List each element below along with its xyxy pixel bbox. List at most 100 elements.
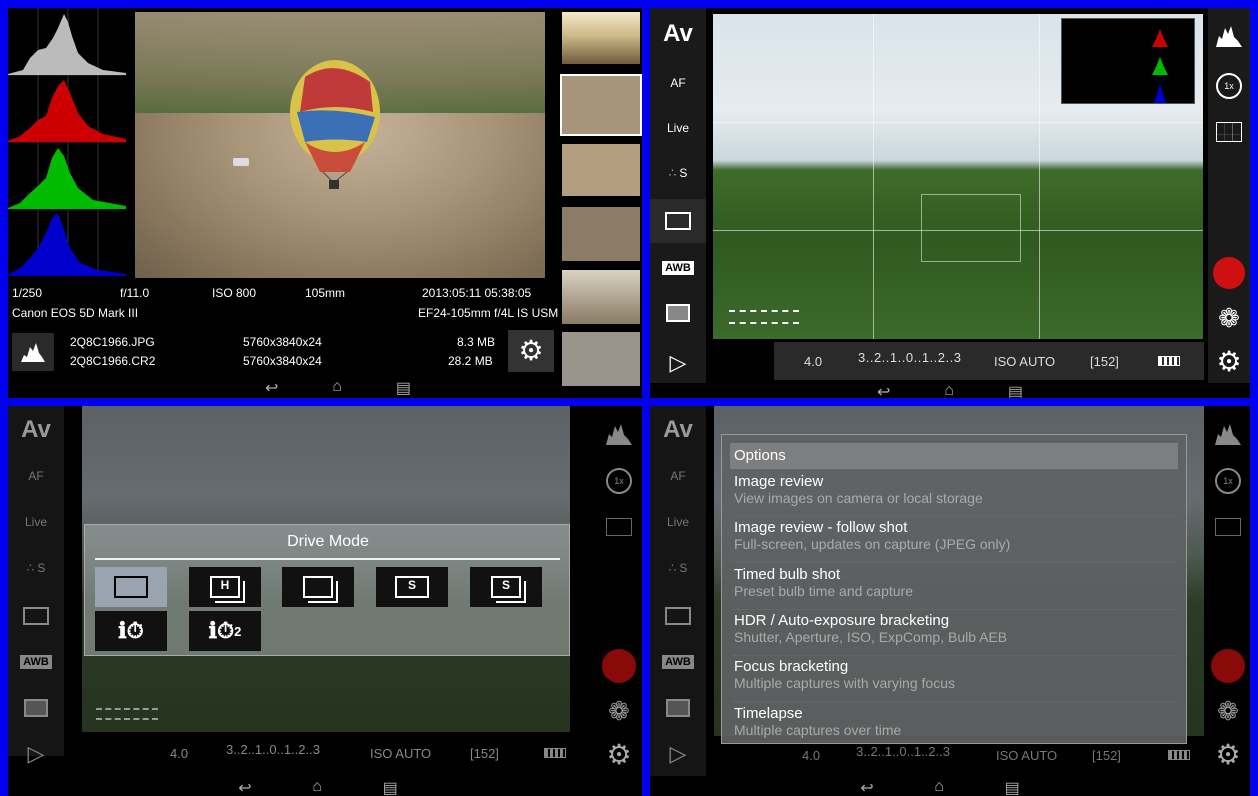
menu-item-title: Focus bracketing	[734, 658, 849, 675]
drive-silent-continuous[interactable]: S	[470, 567, 542, 607]
iso-value[interactable]: ISO AUTO	[996, 748, 1057, 763]
settings-button[interactable]: ⚙	[596, 734, 642, 774]
thumbnail-selected[interactable]	[560, 74, 642, 136]
recents-icon[interactable]: ▤	[1005, 778, 1020, 796]
aperture-icon: ❁	[608, 695, 630, 726]
picture-style-button[interactable]	[8, 688, 64, 728]
af-frame[interactable]	[921, 194, 1021, 262]
grid-toggle[interactable]	[596, 512, 642, 542]
histogram-toggle[interactable]	[596, 416, 642, 452]
thumbnail[interactable]	[562, 12, 640, 64]
recents-icon[interactable]: ▤	[383, 778, 398, 796]
live-button[interactable]: Live	[8, 502, 64, 542]
picture-style-button[interactable]	[650, 688, 706, 728]
left-toolbar: Av AF Live ∴ S AWB ▷	[8, 406, 64, 766]
grid-toggle[interactable]	[1206, 512, 1250, 542]
iso-value[interactable]: ISO AUTO	[994, 354, 1055, 369]
home-icon[interactable]: ⌂	[312, 778, 322, 795]
zoom-button[interactable]: 1x	[596, 461, 642, 501]
grid-toggle[interactable]	[1208, 114, 1250, 150]
drive-high-speed-continuous[interactable]: H	[189, 567, 261, 607]
zoom-button[interactable]: 1x	[1208, 66, 1250, 106]
menu-item-hdr-bracketing[interactable]: HDR / Auto-exposure bracketing Shutter, A…	[722, 612, 1186, 645]
histogram-button[interactable]	[12, 333, 54, 371]
shutter-button[interactable]: ❁	[1208, 298, 1250, 338]
drive-single-shot[interactable]	[95, 567, 167, 607]
record-button[interactable]	[1208, 253, 1250, 293]
menu-item-title: Timed bulb shot	[734, 566, 841, 583]
exposure-scale[interactable]: 3..2..1..0..1..2..3	[226, 742, 320, 757]
exposure-scale[interactable]: 3..2..1..0..1..2..3	[858, 350, 961, 365]
thumbnail[interactable]	[562, 207, 640, 261]
settings-button[interactable]: ⚙	[508, 330, 554, 372]
record-button[interactable]	[596, 646, 642, 686]
shutter-button[interactable]: ❁	[596, 691, 642, 731]
shots-remaining: [152]	[1090, 354, 1119, 369]
back-icon[interactable]: ↩	[877, 382, 890, 398]
back-icon[interactable]: ↩	[238, 778, 251, 796]
af-button[interactable]: AF	[650, 456, 706, 496]
drive-self-timer-10s[interactable]: ℹ⏱	[95, 611, 167, 651]
iso-value[interactable]: ISO AUTO	[370, 746, 431, 761]
metering-button[interactable]: ∴ S	[8, 548, 64, 588]
record-button[interactable]	[1206, 646, 1250, 686]
shooting-mode[interactable]: Av	[8, 410, 64, 450]
drive-mode-button[interactable]	[650, 596, 706, 636]
picture-style-button[interactable]	[650, 293, 706, 333]
drive-low-speed-continuous[interactable]	[282, 567, 354, 607]
thumbnail[interactable]	[562, 332, 640, 386]
home-icon[interactable]: ⌂	[332, 378, 342, 396]
menu-item-follow-shot[interactable]: Image review - follow shot Full-screen, u…	[722, 519, 1186, 552]
thumbnail[interactable]	[562, 144, 640, 196]
play-button[interactable]: ▷	[650, 343, 706, 383]
menu-item-timelapse[interactable]: Timelapse Multiple captures over time	[722, 705, 1186, 738]
self-timer-2s-icon: ℹ⏱	[208, 618, 235, 643]
menu-item-image-review[interactable]: Image review View images on camera or loc…	[722, 473, 1186, 506]
metering-label: S	[679, 166, 688, 180]
metering-icon: ∴	[26, 561, 35, 575]
metering-button[interactable]: ∴ S	[650, 548, 706, 588]
histogram-toggle[interactable]	[1208, 18, 1250, 54]
shooting-mode[interactable]: Av	[650, 410, 706, 450]
shutter-button[interactable]: ❁	[1206, 691, 1250, 731]
settings-button[interactable]: ⚙	[1206, 734, 1250, 774]
live-button[interactable]: Live	[650, 108, 706, 148]
back-icon[interactable]: ↩	[860, 778, 873, 796]
af-button[interactable]: AF	[8, 456, 64, 496]
af-button[interactable]: AF	[650, 63, 706, 103]
gear-icon: ⚙	[1215, 738, 1241, 770]
recents-icon[interactable]: ▤	[1008, 382, 1023, 398]
drive-self-timer-2s[interactable]: ℹ⏱ 2	[189, 611, 261, 651]
menu-item-timed-bulb[interactable]: Timed bulb shot Preset bulb time and capt…	[722, 566, 1186, 599]
awb-button[interactable]: AWB	[8, 648, 64, 676]
menu-divider	[732, 562, 1176, 563]
home-icon[interactable]: ⌂	[934, 778, 944, 795]
menu-item-focus-bracketing[interactable]: Focus bracketing Multiple captures with v…	[722, 658, 1186, 691]
shooting-mode[interactable]: Av	[650, 12, 706, 56]
live-button[interactable]: Live	[650, 502, 706, 542]
aperture-value[interactable]: 4.0	[802, 748, 820, 763]
review-image[interactable]	[135, 12, 545, 278]
metering-button[interactable]: ∴ S	[650, 153, 706, 193]
awb-button[interactable]: AWB	[650, 648, 706, 676]
aperture-value[interactable]: 4.0	[804, 354, 822, 369]
back-icon[interactable]: ↩	[265, 378, 278, 397]
silent-continuous-icon: S	[491, 576, 521, 598]
histogram-toggle[interactable]	[1206, 416, 1250, 452]
home-icon[interactable]: ⌂	[944, 382, 954, 398]
play-button[interactable]: ▷	[650, 734, 706, 774]
exposure-scale[interactable]: 3..2..1..0..1..2..3	[856, 744, 950, 759]
settings-button[interactable]: ⚙	[1208, 341, 1250, 381]
drive-mode-button[interactable]	[8, 596, 64, 636]
shots-remaining: [152]	[470, 746, 499, 761]
recents-icon[interactable]: ▤	[396, 378, 411, 397]
zoom-button[interactable]: 1x	[1206, 461, 1250, 501]
aperture-value[interactable]: 4.0	[170, 746, 188, 761]
live-view-image[interactable]	[713, 14, 1203, 339]
drive-silent-single[interactable]: S	[376, 567, 448, 607]
thumbnail[interactable]	[562, 270, 640, 324]
file-dims: 5760x3840x24	[243, 354, 322, 368]
awb-button[interactable]: AWB	[650, 253, 706, 283]
play-button[interactable]: ▷	[8, 734, 64, 774]
drive-mode-button[interactable]	[650, 199, 706, 243]
